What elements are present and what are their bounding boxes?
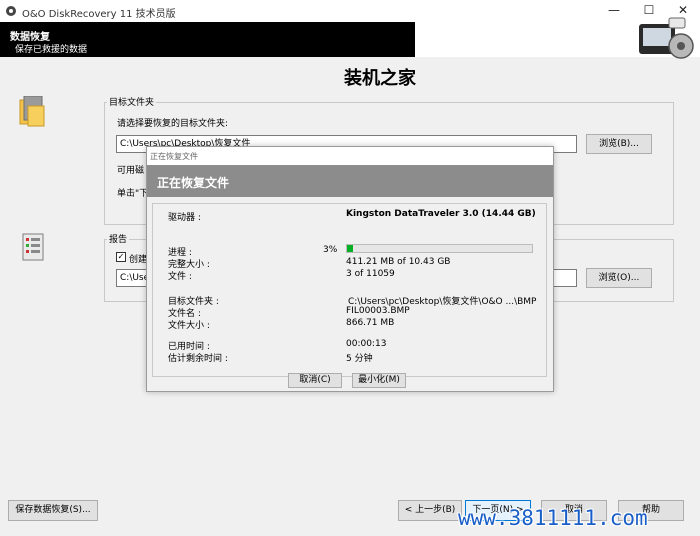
- app-icon: [6, 6, 16, 16]
- elapsed-value: 00:00:13: [346, 339, 387, 349]
- page-header-subtitle: 保存已救援的数据: [15, 45, 88, 55]
- browse-report-button[interactable]: 浏览(O)...: [586, 268, 652, 288]
- progress-percent: 3%: [323, 245, 338, 255]
- report-group-label: 报告: [107, 232, 130, 245]
- target-folder-prompt: 请选择要恢复的目标文件夹:: [117, 119, 229, 129]
- files-label: 文件 :: [168, 272, 192, 282]
- back-button[interactable]: < 上一步(B): [398, 500, 462, 521]
- recovered-size-value: 411.21 MB of 10.43 GB: [346, 257, 451, 267]
- window-titlebar: O&O DiskRecovery 11 技术员版 — ☐ ✕: [0, 0, 700, 22]
- page-header: 数据恢复 保存已救援的数据: [0, 22, 415, 57]
- drive-value: Kingston DataTraveler 3.0 (14.44 GB): [346, 209, 536, 219]
- dialog-header-title: 正在恢复文件: [157, 176, 230, 190]
- remaining-value: 5 分钟: [346, 354, 373, 364]
- filesize-value: 866.71 MB: [346, 318, 395, 328]
- filename-value: FIL00003.BMP: [346, 306, 410, 316]
- recovery-progress-dialog: 正在恢复文件 正在恢复文件 驱动器 : Kingston DataTravele…: [146, 146, 554, 392]
- dialog-title: 正在恢复文件: [150, 152, 198, 161]
- click-next-hint: 单击"下: [117, 189, 149, 199]
- window-title: O&O DiskRecovery 11 技术员版: [22, 9, 176, 20]
- create-report-checkbox[interactable]: ✓: [116, 252, 126, 262]
- drive-label: 驱动器 :: [168, 213, 201, 223]
- site-watermark: www.3811111.com: [458, 506, 648, 530]
- report-icon: [22, 233, 44, 261]
- target-folder-group-label: 目标文件夹: [107, 95, 157, 108]
- dialog-header: 正在恢复文件: [147, 165, 553, 197]
- browse-target-button[interactable]: 浏览(B)...: [586, 134, 652, 154]
- dialog-titlebar: 正在恢复文件: [147, 147, 553, 165]
- dialog-minimize-button[interactable]: 最小化(M): [352, 373, 406, 388]
- brand-title: 装机之家: [344, 68, 416, 89]
- product-logo-icon: [639, 17, 694, 59]
- folder-icon: [19, 96, 45, 127]
- progress-bar: [346, 244, 533, 253]
- filesize-label: 文件大小 :: [168, 321, 210, 331]
- available-space-label: 可用磁: [117, 166, 145, 176]
- remaining-label: 估计剩余时间 :: [168, 354, 228, 364]
- save-recovery-button[interactable]: 保存数据恢复(S)...: [8, 500, 98, 521]
- dialog-cancel-button[interactable]: 取消(C): [288, 373, 342, 388]
- minimize-button[interactable]: —: [597, 0, 631, 22]
- create-report-label: 创建: [129, 255, 148, 265]
- page-header-title: 数据恢复: [10, 32, 50, 43]
- files-value: 3 of 11059: [346, 269, 395, 279]
- progress-bar-fill: [347, 245, 353, 252]
